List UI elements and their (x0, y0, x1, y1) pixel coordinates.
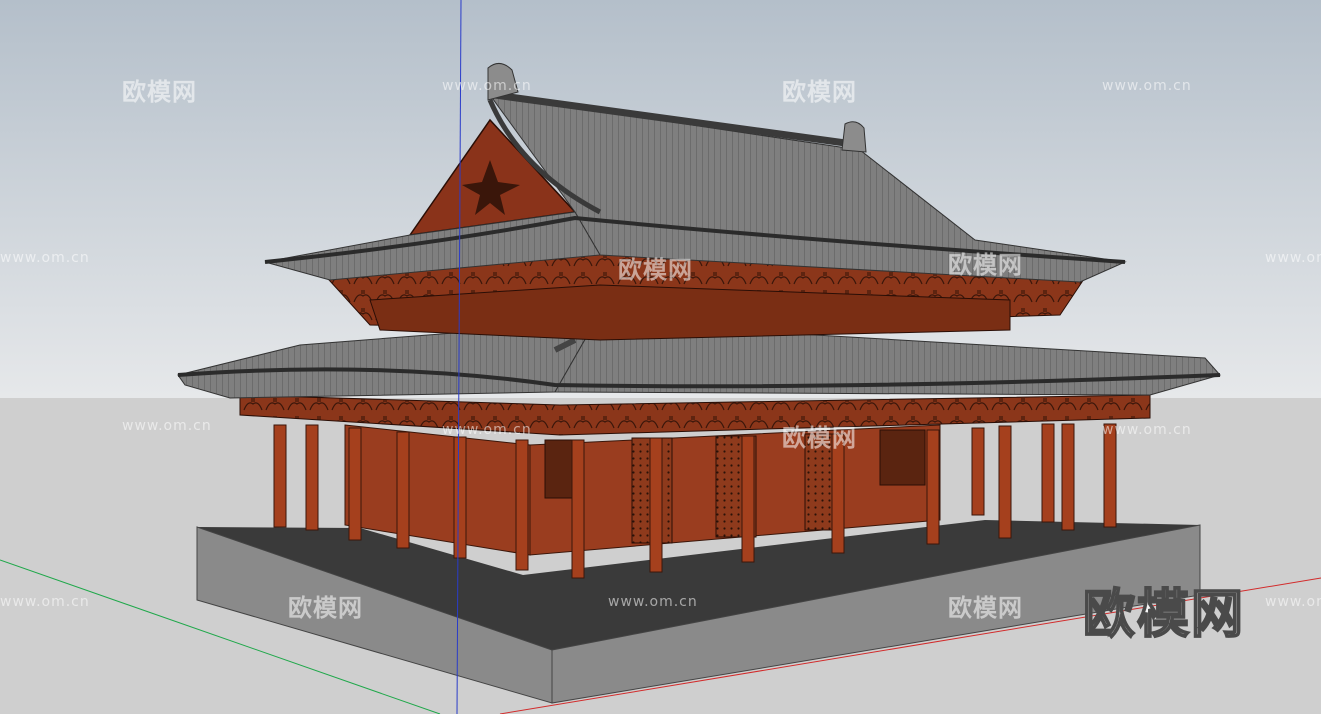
column (396, 431, 410, 549)
ridge-ornament-right (841, 121, 867, 153)
sketchup-viewport[interactable]: 欧模网 欧模网 www.om.cn www.om.cn 欧模网 www.om.cn 欧模网 w… (0, 0, 1321, 714)
column (348, 427, 362, 541)
column (571, 439, 585, 579)
om-logo: 欧模网 (1082, 584, 1246, 646)
column (741, 435, 755, 563)
column (1041, 423, 1055, 523)
column (453, 436, 467, 559)
column (831, 433, 845, 554)
column (273, 424, 287, 528)
column (998, 425, 1012, 539)
column (305, 424, 319, 531)
column (1103, 423, 1117, 528)
column (1061, 423, 1075, 531)
column (926, 429, 940, 545)
side-window (544, 439, 576, 499)
column (971, 427, 985, 516)
column (649, 437, 663, 573)
front-window (879, 429, 926, 486)
column (515, 439, 529, 571)
